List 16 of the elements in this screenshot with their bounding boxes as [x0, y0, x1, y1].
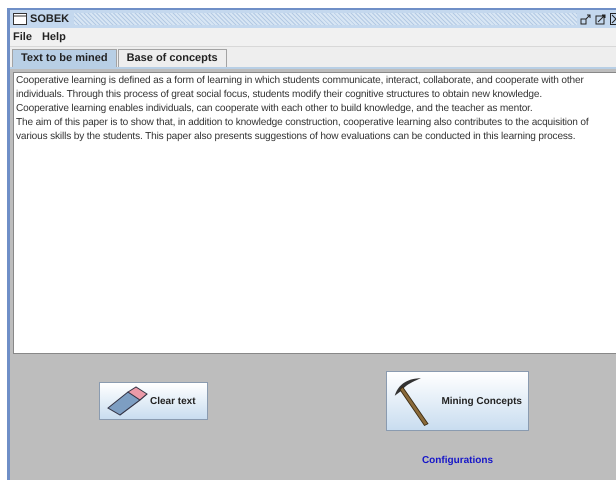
eraser-icon: [106, 386, 148, 416]
menu-item[interactable]: Help: [42, 31, 66, 43]
clear-text-button[interactable]: Clear text: [99, 382, 208, 420]
configurations-link[interactable]: Configurations: [422, 455, 494, 466]
mining-concepts-button[interactable]: Mining Concepts: [386, 371, 529, 431]
window-title: SOBEK: [30, 13, 70, 25]
paragraph: Cooperative learning enables individuals, can cooperate with each other to build knowledge, and the teacher as mentor.: [16, 102, 534, 116]
tab[interactable]: Base of concepts: [118, 49, 227, 67]
text-area[interactable]: [13, 72, 616, 354]
tab[interactable]: Text to be mined: [12, 49, 117, 67]
maximize-icon[interactable]: [595, 13, 607, 25]
window-icon: [13, 13, 27, 25]
menu-item[interactable]: File: [13, 31, 32, 43]
paragraph: The aim of this paper is to show that, in addition to knowledge construction, cooperative learning also contributes to the acquisition of various skills by the students. This paper also presents suggestions of how evaluations can be conducted in this learning process.: [16, 116, 590, 144]
paragraph: Cooperative learning is defined as a form of learning in which students communicate, interact, collaborate, and cooperate with other individuals. Through this process of great social focus, students modify their cognitive structures to obtain new knowledge.: [16, 74, 585, 102]
minimize-icon[interactable]: [580, 13, 592, 25]
